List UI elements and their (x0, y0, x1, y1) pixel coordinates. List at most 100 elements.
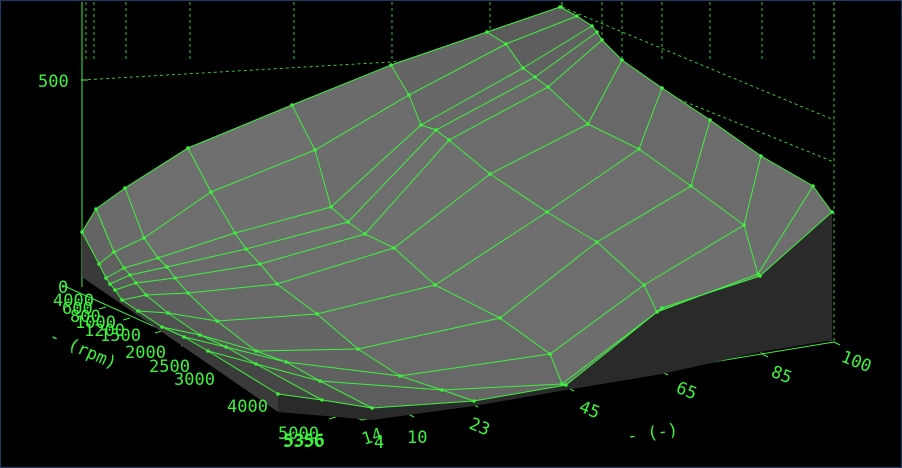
mesh-node (123, 186, 127, 190)
y-tick-100: 100 (838, 347, 874, 377)
mesh-node (258, 262, 262, 266)
mesh-node (112, 250, 116, 254)
mesh-node (215, 319, 219, 323)
mesh-node (637, 147, 641, 151)
mesh-node (742, 223, 746, 227)
mesh-node (759, 154, 763, 158)
y-tick-45: 45 (576, 397, 602, 423)
y-axis-tick (833, 341, 841, 346)
x-tick-5356-overlap: 5356 (284, 431, 325, 451)
mesh-node (595, 240, 599, 244)
mesh-node (708, 118, 712, 122)
mesh-node (254, 362, 258, 366)
mesh-node (346, 220, 350, 224)
mesh-node (407, 93, 411, 97)
mesh-node (128, 273, 132, 277)
mesh-node (830, 210, 834, 214)
y-axis-tick (761, 353, 769, 358)
y-tick-65: 65 (673, 378, 699, 404)
mesh-node (546, 85, 550, 89)
mesh-node (144, 293, 148, 297)
mesh-node (398, 374, 402, 378)
mesh-node (113, 288, 117, 292)
y-tick-85: 85 (768, 362, 794, 388)
x-axis-tick (122, 317, 131, 321)
mesh-node (134, 281, 138, 285)
mesh-node (142, 236, 146, 240)
mesh-node (498, 316, 502, 320)
mesh-node (560, 382, 564, 386)
mesh-node (363, 232, 367, 236)
mesh-node (173, 276, 177, 280)
mesh-node (434, 128, 438, 132)
mesh-node (318, 379, 322, 383)
mesh-node (224, 345, 228, 349)
mesh-node (575, 14, 579, 18)
mesh-node (276, 392, 280, 396)
mesh-node (655, 310, 659, 314)
mesh-node (284, 360, 288, 364)
mesh-node (165, 265, 169, 269)
mesh-node (186, 291, 190, 295)
mesh-node (660, 86, 664, 90)
mesh-node (313, 148, 317, 152)
mesh-node (660, 306, 664, 310)
mesh-node (156, 256, 160, 260)
surface-plot[interactable]: 500 0 4000 600 800 1000 1200 1500 2000 2… (2, 2, 902, 468)
x-tick-3000: 3000 (174, 370, 215, 390)
mesh-node (198, 333, 202, 337)
mesh-node (320, 398, 324, 402)
mesh-node (120, 298, 124, 302)
mesh-node (182, 335, 186, 339)
mesh-node (558, 5, 562, 9)
y-tick-10: 10 (407, 428, 427, 448)
chart-frame: 500 0 4000 600 800 1000 1200 1500 2000 2… (0, 0, 902, 468)
mesh-node (104, 276, 108, 280)
mesh-node (254, 349, 258, 353)
mesh-node (433, 283, 437, 287)
mesh-node (160, 325, 164, 329)
mesh-node (233, 231, 237, 235)
mesh-node (548, 352, 552, 356)
mesh-node (97, 262, 101, 266)
mesh-node (590, 24, 594, 28)
mesh-node (600, 38, 604, 42)
mesh-node (564, 383, 568, 387)
mesh-node (290, 103, 294, 107)
mesh-node (166, 311, 170, 315)
mesh-node (689, 184, 693, 188)
mesh-node (419, 123, 423, 127)
mesh-node (545, 210, 549, 214)
mesh-node (122, 266, 126, 270)
mesh-node (108, 282, 112, 286)
y-axis-title: - (-) (626, 420, 679, 447)
mesh-node (642, 283, 646, 287)
mesh-node (504, 42, 508, 46)
mesh-node (472, 399, 476, 403)
mesh-node (209, 190, 213, 194)
z-tick-500: 500 (38, 72, 69, 92)
mesh-node (329, 205, 333, 209)
mesh-node (488, 172, 492, 176)
mesh-node (485, 30, 489, 34)
mesh-node (370, 406, 374, 410)
y-tick-23: 23 (466, 414, 492, 440)
mesh-node (521, 66, 525, 70)
mesh-node (811, 184, 815, 188)
x-tick-4000: 4000 (227, 397, 268, 417)
mesh-node (447, 138, 451, 142)
x-axis-tick (328, 416, 337, 420)
mesh-node (275, 282, 279, 286)
mesh-node (620, 58, 624, 62)
mesh-node (315, 312, 319, 316)
mesh-node (94, 207, 98, 211)
mesh-node (244, 247, 248, 251)
mesh-node (206, 349, 210, 353)
mesh-node (758, 274, 762, 278)
mesh-node (595, 30, 599, 34)
mesh-node (389, 63, 393, 67)
mesh-node (586, 122, 590, 126)
mesh-node (356, 347, 360, 351)
mesh-node (80, 230, 84, 234)
mesh-node (136, 309, 140, 313)
